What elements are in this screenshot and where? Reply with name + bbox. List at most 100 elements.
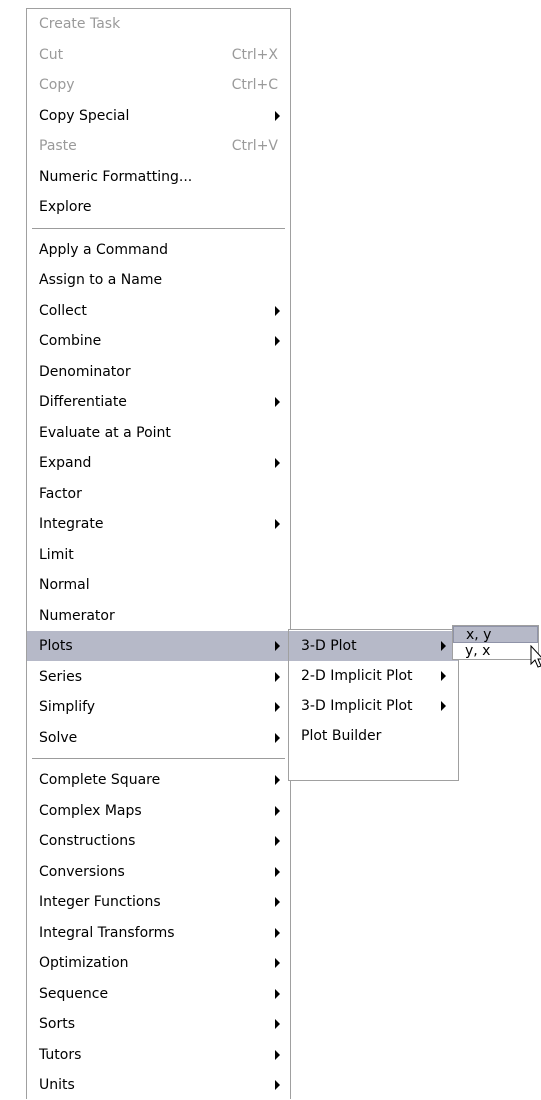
menu-item-numerator[interactable]: Numerator (27, 601, 290, 631)
menu-item-label: Constructions (39, 833, 136, 849)
shortcut-text: Ctrl+C (231, 77, 278, 93)
submenu-arrow-icon (275, 702, 280, 712)
submenu-arrow-icon (275, 397, 280, 407)
submenu-arrow-icon (275, 111, 280, 121)
menu-item-complex-maps[interactable]: Complex Maps (27, 796, 290, 826)
menu-item-solve[interactable]: Solve (27, 723, 290, 753)
plots-item-plot-builder[interactable]: Plot Builder (289, 721, 458, 751)
menu-item-label: Integrate (39, 516, 104, 532)
menu-item-label: Numerator (39, 608, 115, 624)
plots-item-2-d-implicit-plot[interactable]: 2-D Implicit Plot (289, 661, 458, 691)
submenu-arrow-icon (275, 958, 280, 968)
submenu-arrow-icon (275, 336, 280, 346)
menu-item-cut: Cut Ctrl+X (27, 40, 290, 70)
submenu-arrow-icon (275, 806, 280, 816)
menu-item-differentiate[interactable]: Differentiate (27, 387, 290, 417)
menu-item-label: Collect (39, 303, 87, 319)
menu-item-label: Combine (39, 333, 102, 349)
menu-item-simplify[interactable]: Simplify (27, 692, 290, 722)
plots-item-label: 2-D Implicit Plot (301, 668, 413, 684)
menu-item-apply-a-command[interactable]: Apply a Command (27, 235, 290, 265)
menu-item-expand[interactable]: Expand (27, 448, 290, 478)
menu-item-copy-special[interactable]: Copy Special (27, 101, 290, 131)
menu-item-integrate[interactable]: Integrate (27, 509, 290, 539)
menu-item-label: Solve (39, 730, 78, 746)
menu-item-factor[interactable]: Factor (27, 479, 290, 509)
menu-item-combine[interactable]: Combine (27, 326, 290, 356)
menu-item-label: Integral Transforms (39, 925, 175, 941)
plot-3d-submenu: x, y y, x (452, 625, 539, 660)
menu-item-label: Cut (39, 47, 64, 63)
menu-item-explore[interactable]: Explore (27, 192, 290, 222)
menu-item-label: Units (39, 1077, 75, 1093)
menu-separator (32, 227, 285, 230)
plots-submenu: 3-D Plot 2-D Implicit Plot 3-D Implicit Pl… (288, 629, 459, 781)
menu-item-paste: Paste Ctrl+V (27, 131, 290, 161)
menu-item-limit[interactable]: Limit (27, 540, 290, 570)
menu-item-sorts[interactable]: Sorts (27, 1009, 290, 1039)
menu-item-evaluate-at-a-point[interactable]: Evaluate at a Point (27, 418, 290, 448)
submenu-arrow-icon (275, 1080, 280, 1090)
plots-item-label: 3-D Plot (301, 638, 357, 654)
menu-item-complete-square[interactable]: Complete Square (27, 765, 290, 795)
plots-item-label: 3-D Implicit Plot (301, 698, 413, 714)
menu-item-label: Optimization (39, 955, 129, 971)
menu-item-label: Sorts (39, 1016, 75, 1032)
plots-item-label: Plot Builder (301, 728, 382, 744)
menu-item-integral-transforms[interactable]: Integral Transforms (27, 918, 290, 948)
submenu-arrow-icon (275, 458, 280, 468)
submenu-arrow-icon (275, 989, 280, 999)
menu-item-label: Limit (39, 547, 74, 563)
menu-item-label: Copy (39, 77, 75, 93)
shortcut-text: Ctrl+X (231, 47, 278, 63)
menu-item-numeric-formatting[interactable]: Numeric Formatting... (27, 162, 290, 192)
menu-item-constructions[interactable]: Constructions (27, 826, 290, 856)
menu-item-label: Series (39, 669, 83, 685)
menu-item-label: Complex Maps (39, 803, 142, 819)
menu-item-denominator[interactable]: Denominator (27, 357, 290, 387)
menu-item-tutors[interactable]: Tutors (27, 1040, 290, 1070)
context-menu: Create Task Cut Ctrl+X Copy Ctrl+C Copy Speci… (26, 8, 291, 1099)
menu-item-optimization[interactable]: Optimization (27, 948, 290, 978)
submenu-arrow-icon (275, 1019, 280, 1029)
menu-item-sequence[interactable]: Sequence (27, 979, 290, 1009)
menu-item-integer-functions[interactable]: Integer Functions (27, 887, 290, 917)
menu-item-series[interactable]: Series (27, 662, 290, 692)
menu-item-normal[interactable]: Normal (27, 570, 290, 600)
menu-separator (32, 758, 285, 760)
menu-item-label: Copy Special (39, 108, 130, 124)
menu-item-label: Sequence (39, 986, 109, 1002)
submenu-arrow-icon (275, 306, 280, 316)
submenu-arrow-icon (441, 701, 446, 711)
plots-item-3-d-plot[interactable]: 3-D Plot (289, 631, 458, 661)
menu-item-label: Explore (39, 199, 92, 215)
plots-item-3-d-implicit-plot[interactable]: 3-D Implicit Plot (289, 691, 458, 721)
menu-item-label: Simplify (39, 699, 96, 715)
menu-item-label: Numeric Formatting... (39, 169, 193, 185)
menu-item-copy: Copy Ctrl+C (27, 70, 290, 100)
submenu-arrow-icon (275, 672, 280, 682)
plot3d-item-y-x[interactable]: y, x (453, 643, 538, 660)
shortcut-text: Ctrl+V (231, 138, 278, 154)
menu-item-collect[interactable]: Collect (27, 296, 290, 326)
plot3d-item-x-y[interactable]: x, y (453, 626, 538, 643)
menu-item-conversions[interactable]: Conversions (27, 857, 290, 887)
menu-item-label: Create Task (39, 16, 121, 32)
menu-item-create-task: Create Task (27, 9, 290, 39)
menu-item-units[interactable]: Units (27, 1070, 290, 1100)
submenu-arrow-icon (441, 671, 446, 681)
menu-item-label: Assign to a Name (39, 272, 163, 288)
submenu-arrow-icon (275, 928, 280, 938)
menu-item-label: Differentiate (39, 394, 127, 410)
submenu-arrow-icon (275, 897, 280, 907)
menu-item-label: Plots (39, 638, 73, 654)
submenu-arrow-icon (275, 775, 280, 785)
plot3d-item-label: x, y (466, 627, 492, 643)
submenu-arrow-icon (275, 1050, 280, 1060)
submenu-arrow-icon (275, 867, 280, 877)
menu-item-label: Paste (39, 138, 77, 154)
menu-item-label: Factor (39, 486, 82, 502)
menu-item-assign-to-a-name[interactable]: Assign to a Name (27, 265, 290, 295)
menu-item-plots[interactable]: Plots (27, 631, 290, 661)
mouse-cursor-icon (530, 645, 541, 668)
